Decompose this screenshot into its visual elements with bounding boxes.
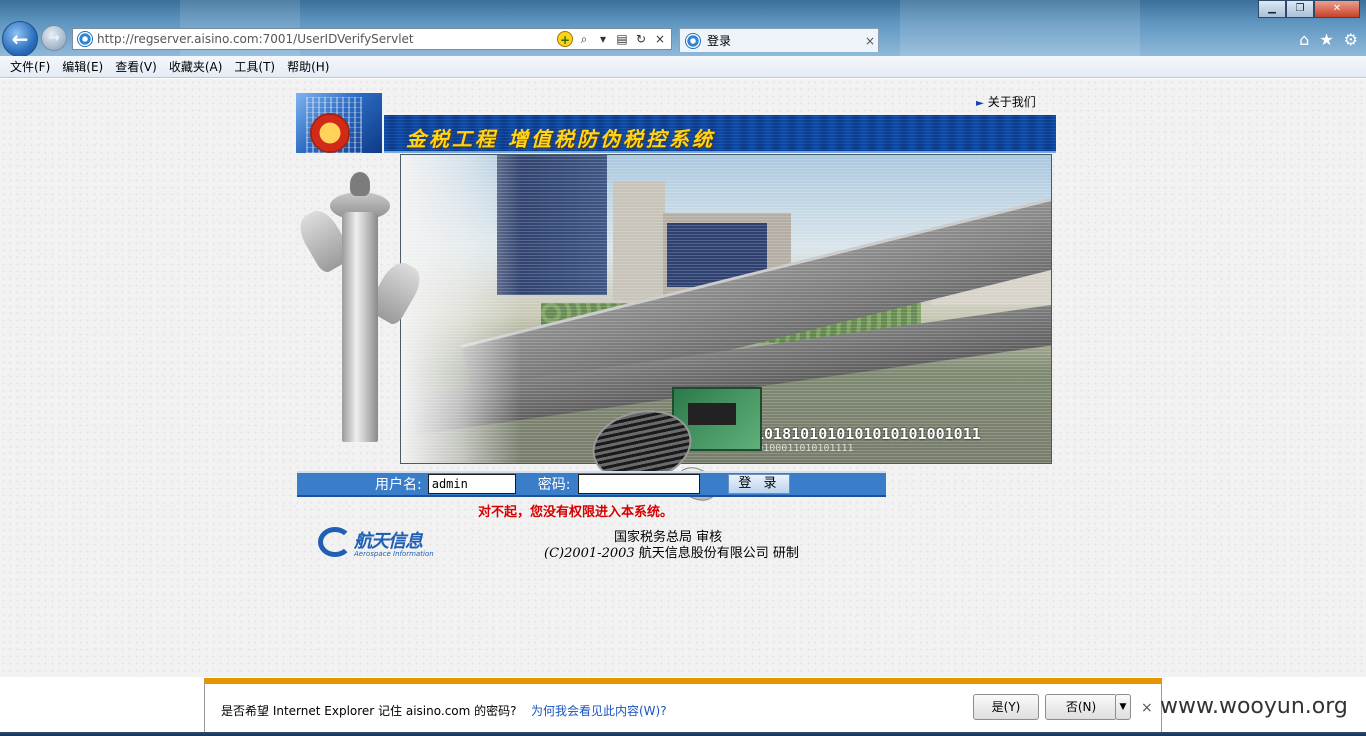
home-icon[interactable]: ⌂ bbox=[1299, 30, 1309, 49]
menu-file[interactable]: 文件(F) bbox=[4, 58, 56, 75]
logo-english: Aerospace Information bbox=[354, 550, 434, 558]
building bbox=[663, 213, 791, 303]
username-label: 用户名: bbox=[375, 477, 422, 493]
menu-view[interactable]: 查看(V) bbox=[109, 58, 163, 75]
huabiao-pillar bbox=[293, 172, 427, 444]
building bbox=[931, 235, 1051, 305]
background-blur bbox=[900, 0, 1140, 56]
page-body: 税 金税工程 增值税防伪税控系统 ► 关于我们 10181010101010101… bbox=[0, 79, 1366, 677]
about-us-label[interactable]: 关于我们 bbox=[988, 95, 1036, 109]
browser-right-icons: ⌂ ★ ⚙ bbox=[1299, 30, 1358, 49]
refresh-icon[interactable]: ↻ bbox=[633, 31, 649, 47]
arrow-right-icon: ► bbox=[976, 98, 984, 109]
menu-favorites[interactable]: 收藏夹(A) bbox=[163, 58, 229, 75]
menu-help[interactable]: 帮助(H) bbox=[281, 58, 335, 75]
no-dropdown-button[interactable]: ▼ bbox=[1115, 694, 1131, 720]
about-us-link[interactable]: ► 关于我们 bbox=[976, 93, 1036, 110]
browser-titlebar: ← → http://regserver.aisino.com:7001/Use… bbox=[0, 0, 1366, 57]
login-form: 用户名: 密码: 登 录 bbox=[297, 471, 886, 497]
dropdown-icon[interactable]: ▾ bbox=[595, 31, 611, 47]
aisino-logo: 航天信息 Aerospace Information bbox=[318, 525, 438, 561]
compatibility-view-icon[interactable]: + bbox=[557, 31, 573, 47]
stop-icon[interactable]: × bbox=[652, 31, 668, 47]
password-save-notification: 是否希望 Internet Explorer 记住 aisino.com 的密码… bbox=[204, 678, 1162, 734]
header-banner: 税 金税工程 增值税防伪税控系统 ► 关于我们 bbox=[296, 93, 1056, 153]
login-button[interactable]: 登 录 bbox=[728, 474, 791, 494]
road bbox=[461, 175, 1051, 413]
yes-button[interactable]: 是(Y) bbox=[973, 694, 1039, 720]
taskbar bbox=[0, 732, 1366, 736]
forward-button[interactable]: → bbox=[41, 25, 67, 51]
building bbox=[791, 265, 911, 305]
building bbox=[497, 155, 607, 295]
menu-edit[interactable]: 编辑(E) bbox=[56, 58, 109, 75]
trees bbox=[541, 303, 921, 343]
menu-bar: 文件(F) 编辑(E) 查看(V) 收藏夹(A) 工具(T) 帮助(H) bbox=[0, 56, 1366, 78]
credit-line-2: (C)2001-2003 航天信息股份有限公司 研制 bbox=[544, 542, 799, 561]
ie-page-icon bbox=[77, 31, 93, 47]
address-url[interactable]: http://regserver.aisino.com:7001/UserIDV… bbox=[97, 32, 557, 46]
username-input[interactable] bbox=[427, 474, 516, 494]
image-fade bbox=[401, 155, 521, 463]
close-window-button[interactable]: ✕ bbox=[1314, 0, 1360, 18]
password-label: 密码: bbox=[537, 477, 571, 493]
tab-login[interactable]: 登录 × bbox=[679, 28, 879, 52]
compat-page-icon[interactable]: ▤ bbox=[614, 31, 630, 47]
tab-title: 登录 bbox=[707, 34, 732, 48]
maximize-button[interactable]: ❐ bbox=[1286, 0, 1314, 18]
notification-close-icon[interactable]: × bbox=[1141, 700, 1153, 716]
binary-text: 1018101010101010101001011 bbox=[755, 425, 981, 443]
why-link[interactable]: 为何我会看见此内容(W)? bbox=[531, 702, 667, 719]
tab-ie-icon bbox=[685, 32, 701, 49]
notification-message: 是否希望 Internet Explorer 记住 aisino.com 的密码… bbox=[221, 704, 517, 718]
address-bar[interactable]: http://regserver.aisino.com:7001/UserIDV… bbox=[72, 28, 672, 50]
building-screen bbox=[667, 223, 767, 287]
back-button[interactable]: ← bbox=[2, 21, 38, 57]
banner-title: 金税工程 增值税防伪税控系统 bbox=[406, 127, 715, 151]
copyright-years: (C)2001-2003 bbox=[544, 546, 635, 561]
menu-tools[interactable]: 工具(T) bbox=[228, 58, 281, 75]
credit-company: 航天信息股份有限公司 研制 bbox=[634, 546, 799, 561]
pillar-column bbox=[342, 212, 378, 442]
watermark: www.wooyun.org bbox=[1160, 694, 1348, 719]
error-message: 对不起，您没有权限进入本系统。 bbox=[478, 505, 674, 520]
search-icon[interactable]: ⌕ bbox=[576, 31, 592, 47]
favorites-icon[interactable]: ★ bbox=[1319, 30, 1333, 49]
no-button[interactable]: 否(N) bbox=[1045, 694, 1117, 720]
tools-gear-icon[interactable]: ⚙ bbox=[1344, 30, 1358, 49]
pillar-beast bbox=[350, 172, 370, 196]
building bbox=[613, 181, 665, 301]
minimize-button[interactable]: ▁ bbox=[1258, 0, 1286, 18]
window-controls: ▁ ❐ ✕ bbox=[1258, 0, 1360, 18]
password-input[interactable] bbox=[578, 474, 701, 494]
tab-close-icon[interactable]: × bbox=[862, 34, 878, 48]
aisino-swirl-icon bbox=[318, 527, 352, 557]
tax-emblem-logo: 税 bbox=[310, 113, 350, 153]
